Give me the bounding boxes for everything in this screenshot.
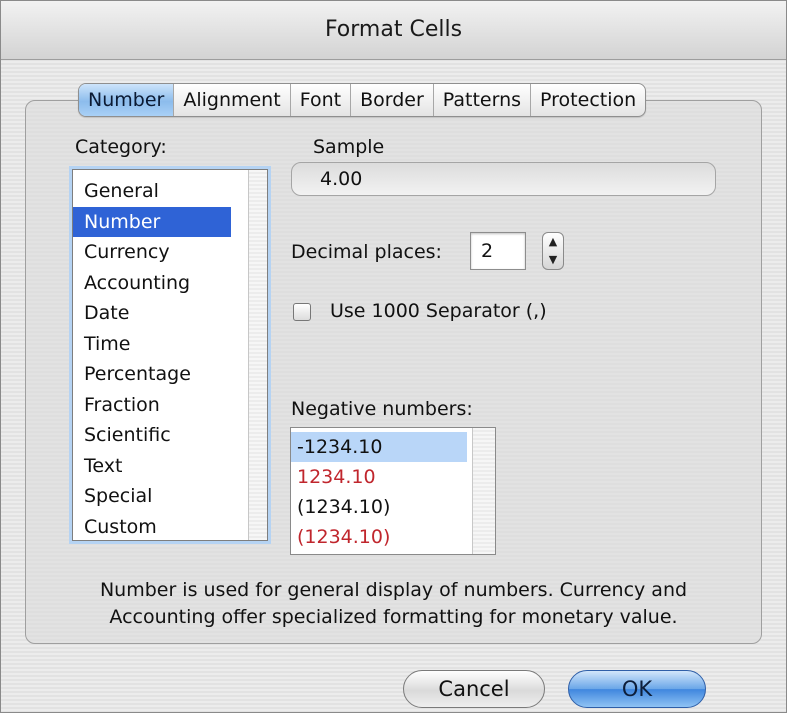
stepper-down-icon[interactable]: ▼ <box>543 251 563 269</box>
category-item-number[interactable]: Number <box>73 206 231 237</box>
category-item-accounting[interactable]: Accounting <box>73 268 231 299</box>
category-label: Category: <box>75 136 167 158</box>
cancel-button[interactable]: Cancel <box>403 670 545 708</box>
category-item-special[interactable]: Special <box>73 481 231 512</box>
negative-format-item[interactable]: 1234.10 <box>291 462 467 492</box>
negative-numbers-label: Negative numbers: <box>291 398 473 420</box>
negative-numbers-scrollbar[interactable] <box>472 428 495 554</box>
category-item-percentage[interactable]: Percentage <box>73 359 231 390</box>
description-line: Number is used for general display of nu… <box>99 579 688 601</box>
decimal-places-input[interactable]: 2 <box>470 232 526 270</box>
category-item-custom[interactable]: Custom <box>73 512 231 543</box>
category-item-currency[interactable]: Currency <box>73 237 231 268</box>
window-title: Format Cells <box>1 1 786 60</box>
negative-format-item[interactable]: -1234.10 <box>291 432 467 462</box>
category-description: Number is used for general display of nu… <box>25 577 762 631</box>
format-cells-dialog: Format Cells Number Alignment Font Borde… <box>0 0 787 713</box>
tab-alignment[interactable]: Alignment <box>174 84 291 116</box>
tab-font[interactable]: Font <box>291 84 352 116</box>
sample-value: 4.00 <box>291 162 716 196</box>
category-item-scientific[interactable]: Scientific <box>73 420 231 451</box>
use-1000-separator-checkbox[interactable] <box>293 303 311 321</box>
tab-border[interactable]: Border <box>351 84 434 116</box>
category-scrollbar[interactable] <box>248 170 267 540</box>
negative-format-item[interactable]: (1234.10) <box>291 522 467 552</box>
tab-patterns[interactable]: Patterns <box>434 84 532 116</box>
decimal-places-label: Decimal places: <box>291 241 442 263</box>
category-item-general[interactable]: General <box>73 176 231 207</box>
tab-protection[interactable]: Protection <box>531 84 645 116</box>
negative-numbers-listbox[interactable]: -1234.10 1234.10 (1234.10) (1234.10) <box>290 427 496 555</box>
tab-bar: Number Alignment Font Border Patterns Pr… <box>78 83 647 117</box>
category-item-time[interactable]: Time <box>73 329 231 360</box>
category-item-text[interactable]: Text <box>73 451 231 482</box>
category-item-fraction[interactable]: Fraction <box>73 390 231 421</box>
category-item-date[interactable]: Date <box>73 298 231 329</box>
use-1000-separator-label: Use 1000 Separator (,) <box>330 300 547 322</box>
sample-label: Sample <box>313 136 385 158</box>
category-listbox[interactable]: General Number Currency Accounting Date … <box>72 169 268 541</box>
negative-format-item[interactable]: (1234.10) <box>291 492 467 522</box>
stepper-up-icon[interactable]: ▲ <box>543 233 563 251</box>
description-line: Accounting offer specialized formatting … <box>109 606 678 628</box>
decimal-places-stepper[interactable]: ▲ ▼ <box>542 232 564 270</box>
tab-number[interactable]: Number <box>79 84 175 116</box>
ok-button[interactable]: OK <box>568 670 706 708</box>
